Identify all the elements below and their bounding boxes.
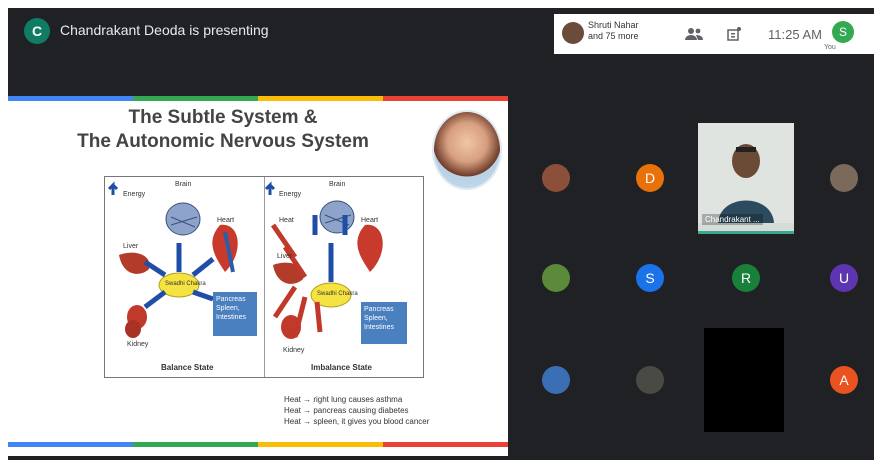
center-label-left: Swadhi Chakra (165, 281, 206, 287)
self-avatar[interactable]: S (832, 21, 854, 43)
presentation-slide: The Subtle System & The Autonomic Nervou… (8, 96, 508, 456)
participant-tile[interactable]: U (822, 256, 866, 300)
activities-icon[interactable] (724, 24, 744, 44)
slide-notes: Heat → right lung causes asthma Heat → p… (284, 394, 429, 427)
label-kidney-left: Kidney (127, 341, 149, 348)
center-label-right: Swadhi Chakra (317, 291, 358, 297)
participant-avatar: D (636, 164, 664, 192)
slide-title-line1: The Subtle System & (128, 107, 318, 128)
meet-window: C Chandrakant Deoda is presenting Shruti… (8, 8, 874, 460)
participant-avatar: R (732, 264, 760, 292)
camera-participant-name: Chandrakant ... (702, 214, 763, 225)
clock: 11:25 AM (768, 27, 822, 42)
participants-preview[interactable]: Shruti Nahar and 75 more (588, 20, 639, 42)
top-color-stripe (8, 96, 508, 101)
participant-avatar (542, 366, 570, 394)
people-icon[interactable] (684, 24, 704, 44)
participant-avatar: S (636, 264, 664, 292)
note-line: Heat → spleen, it gives you blood cancer (284, 417, 430, 426)
label-heat-right: Heat (279, 217, 294, 224)
label-liver-right: Liver (277, 253, 293, 260)
participant-tile[interactable]: R (724, 256, 768, 300)
label-brain-left: Brain (175, 181, 192, 188)
nervous-system-diagram: Energy Brain Heart Liver Kidney Swadhi C… (104, 176, 424, 378)
label-heart-right: Heart (361, 217, 379, 224)
camera-feed (698, 123, 794, 223)
participant-avatar: U (830, 264, 858, 292)
label-energy-right: Energy (279, 191, 302, 198)
caption-right: Imbalance State (311, 363, 372, 372)
participant-avatar: A (830, 366, 858, 394)
label-heart-left: Heart (217, 217, 235, 224)
participant-avatar (830, 164, 858, 192)
participant-tile[interactable] (534, 256, 578, 300)
participant-tile[interactable]: S (628, 256, 672, 300)
presenting-text: Chandrakant Deoda is presenting (60, 22, 269, 38)
presenter-avatar: C (24, 18, 50, 44)
note-line: Heat → right lung causes asthma (284, 395, 403, 404)
organ-box-right: Pancreas Spleen, Intestines (361, 302, 407, 344)
portrait-image (432, 110, 502, 190)
participant-tile[interactable] (822, 156, 866, 200)
participant-tile[interactable] (628, 358, 672, 402)
participant-video-blank[interactable] (704, 328, 784, 432)
label-energy-left: Energy (123, 191, 146, 198)
bottom-color-stripe (8, 442, 508, 447)
note-line: Heat → pancreas causing diabetes (284, 406, 409, 415)
participant-preview-avatar[interactable] (562, 22, 584, 44)
top-bar: C Chandrakant Deoda is presenting Shruti… (8, 8, 874, 54)
slide-title: The Subtle System & The Autonomic Nervou… (8, 106, 438, 154)
label-liver-left: Liver (123, 243, 139, 250)
participant-avatar (636, 366, 664, 394)
top-right-panel: Shruti Nahar and 75 more 11:25 AM S You (554, 14, 874, 54)
participants-line1: Shruti Nahar (588, 20, 639, 30)
participant-tile[interactable]: D (628, 156, 672, 200)
label-brain-right: Brain (329, 181, 346, 188)
participant-avatar (542, 264, 570, 292)
participant-avatar (542, 164, 570, 192)
label-kidney-right: Kidney (283, 347, 305, 354)
organ-box-left: Pancreas Spleen, Intestines (213, 292, 257, 336)
slide-title-line2: The Autonomic Nervous System (77, 131, 369, 152)
self-label: You (824, 44, 836, 51)
participant-tile[interactable]: A (822, 358, 866, 402)
participant-tile[interactable] (534, 358, 578, 402)
diagram-graphics (107, 181, 383, 339)
caption-left: Balance State (161, 363, 214, 372)
participant-tile[interactable] (534, 156, 578, 200)
participant-camera-tile[interactable]: Chandrakant ... (698, 123, 794, 234)
participants-line2: and 75 more (588, 31, 639, 41)
